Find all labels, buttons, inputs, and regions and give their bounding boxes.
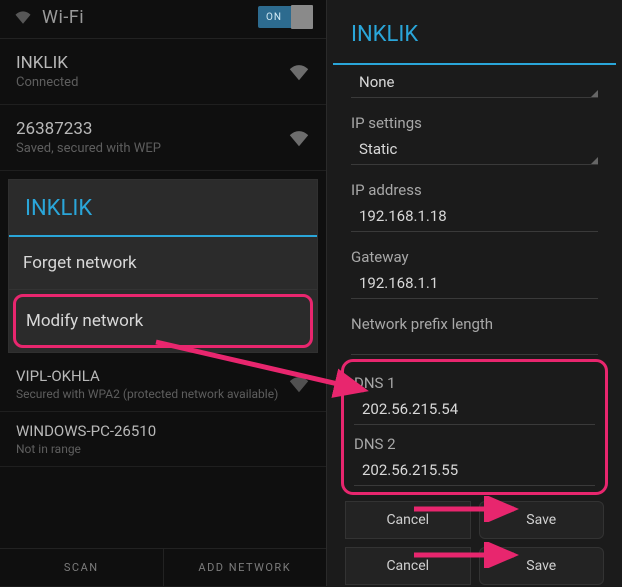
network-name: 26387233 (16, 119, 288, 139)
wifi-toggle[interactable]: ON (258, 6, 312, 28)
button-row: Cancel Save (327, 499, 622, 541)
save-button[interactable]: Save (479, 501, 605, 539)
network-status: Connected (16, 75, 288, 90)
forget-network-item[interactable]: Forget network (9, 237, 317, 290)
prefix-label: Network prefix length (351, 305, 598, 337)
network-row[interactable]: VIPL-OKHLA Secured with WPA2 (protected … (0, 357, 326, 412)
network-status: Not in range (16, 442, 310, 456)
ip-settings-select[interactable]: Static (351, 136, 598, 165)
cancel-button[interactable]: Cancel (345, 501, 471, 539)
wifi-signal-icon (288, 129, 310, 147)
scan-button[interactable]: SCAN (0, 549, 163, 586)
dns-highlight-box: DNS 1 202.56.215.54 DNS 2 202.56.215.55 (341, 359, 608, 495)
wifi-title: Wi-Fi (42, 7, 258, 28)
gateway-input[interactable]: 192.168.1.1 (351, 270, 598, 299)
ip-settings-label: IP settings (351, 104, 598, 136)
bottom-bar: SCAN ADD NETWORK (0, 548, 326, 586)
ip-address-input[interactable]: 192.168.1.18 (351, 203, 598, 232)
add-network-button[interactable]: ADD NETWORK (163, 549, 327, 586)
wifi-signal-icon (288, 375, 310, 393)
dns2-input[interactable]: 202.56.215.55 (354, 457, 595, 486)
cancel-button[interactable]: Cancel (345, 547, 471, 585)
dns2-label: DNS 2 (354, 425, 595, 457)
network-name: VIPL-OKHLA (16, 367, 288, 385)
network-status: Saved, secured with WEP (16, 141, 288, 156)
dns1-label: DNS 1 (354, 364, 595, 396)
button-row: Cancel Save (327, 545, 622, 587)
network-row[interactable]: WINDOWS-PC-26510 Not in range (0, 412, 326, 467)
wifi-list-panel: Wi-Fi ON INKLIK Connected 26387233 Saved… (0, 0, 327, 586)
modify-network-item[interactable]: Modify network (13, 294, 313, 348)
network-row[interactable]: INKLIK Connected (0, 39, 326, 105)
wifi-header: Wi-Fi ON (0, 0, 326, 39)
network-row[interactable]: 26387233 Saved, secured with WEP (0, 105, 326, 171)
dialog-title: INKLIK (9, 180, 317, 237)
dns1-input[interactable]: 202.56.215.54 (354, 396, 595, 425)
network-name: WINDOWS-PC-26510 (16, 422, 310, 440)
save-button[interactable]: Save (479, 547, 605, 585)
gateway-label: Gateway (351, 238, 598, 270)
network-dialog: INKLIK Forget network Modify network (8, 179, 318, 353)
config-title: INKLIK (333, 8, 616, 65)
wifi-icon (14, 10, 32, 24)
network-name: INKLIK (16, 53, 288, 73)
network-status: Secured with WPA2 (protected network ava… (16, 387, 288, 401)
proxy-select[interactable]: None (351, 69, 598, 98)
prefix-input[interactable] (351, 337, 598, 355)
wifi-signal-icon (288, 63, 310, 81)
network-config-panel: INKLIK None IP settings Static IP addres… (327, 0, 622, 586)
ip-address-label: IP address (351, 171, 598, 203)
